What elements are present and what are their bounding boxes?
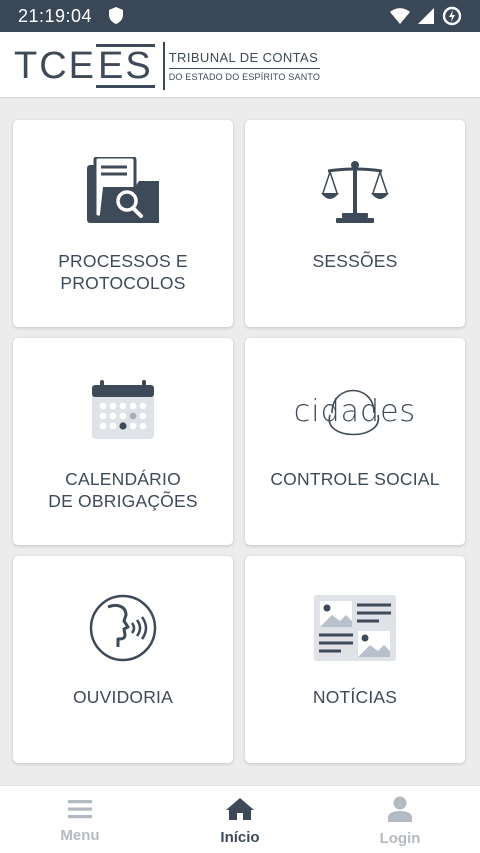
tile-sessoes[interactable]: SESSÕES: [245, 120, 465, 327]
app-header: TCEES TRIBUNAL DE CONTAS DO ESTADO DO ES…: [0, 32, 480, 98]
nav-inicio-label: Início: [220, 829, 260, 846]
tile-label: OUVIDORIA: [72, 687, 173, 707]
tile-ouvidoria[interactable]: OUVIDORIA: [13, 556, 233, 763]
status-bar: 21:19:04: [0, 0, 480, 32]
logo-subtitle: DO ESTADO DO ESPÍRITO SANTO: [168, 72, 321, 82]
status-time: 21:19:04: [18, 6, 93, 26]
shield-icon: [109, 7, 123, 29]
battery-saver-icon: [442, 6, 462, 31]
cidades-logo: cidades: [245, 338, 465, 468]
logo-text: TRIBUNAL DE CONTAS DO ESTADO DO ESPÍRITO…: [162, 42, 321, 90]
logo-mark-right: ES: [96, 44, 155, 88]
home-icon: [225, 797, 255, 826]
nav-menu-label: Menu: [60, 827, 100, 844]
signal-icon: [418, 8, 434, 29]
tile-label: SESSÕES: [312, 251, 398, 271]
tile-label: CALENDÁRIO DE OBRIGAÇÕES: [48, 469, 198, 511]
newspaper-icon: [245, 556, 465, 686]
tile-label: PROCESSOS E PROTOCOLOS: [58, 251, 188, 293]
tile-noticias[interactable]: NOTÍCIAS: [245, 556, 465, 763]
scales-icon: [245, 120, 465, 250]
bottom-navigation: Menu Início Login: [0, 785, 480, 853]
tile-controle-social[interactable]: cidades CONTROLE SOCIAL: [245, 338, 465, 545]
nav-menu[interactable]: Menu: [0, 786, 160, 853]
nav-login[interactable]: Login: [320, 786, 480, 853]
tces-logo: TCEES TRIBUNAL DE CONTAS DO ESTADO DO ES…: [14, 42, 321, 90]
nav-login-label: Login: [379, 830, 421, 847]
hamburger-menu-icon: [68, 799, 92, 824]
logo-mark-left: TCE: [14, 45, 96, 87]
speaking-head-icon: [13, 556, 233, 686]
nav-inicio[interactable]: Início: [160, 786, 320, 853]
tile-calendario-obrigacoes[interactable]: CALENDÁRIO DE OBRIGAÇÕES: [13, 338, 233, 545]
tile-label: NOTÍCIAS: [312, 687, 398, 707]
cidades-logo-text: cidades: [294, 394, 416, 429]
tile-label: CONTROLE SOCIAL: [270, 469, 440, 489]
calendar-icon: [13, 338, 233, 468]
logo-mark: TCEES: [14, 42, 155, 90]
logo-title: TRIBUNAL DE CONTAS: [168, 50, 321, 69]
document-search-icon: [13, 120, 233, 250]
wifi-icon: [390, 8, 410, 29]
user-icon: [388, 796, 412, 827]
tile-processos-protocolos[interactable]: PROCESSOS E PROTOCOLOS: [13, 120, 233, 327]
